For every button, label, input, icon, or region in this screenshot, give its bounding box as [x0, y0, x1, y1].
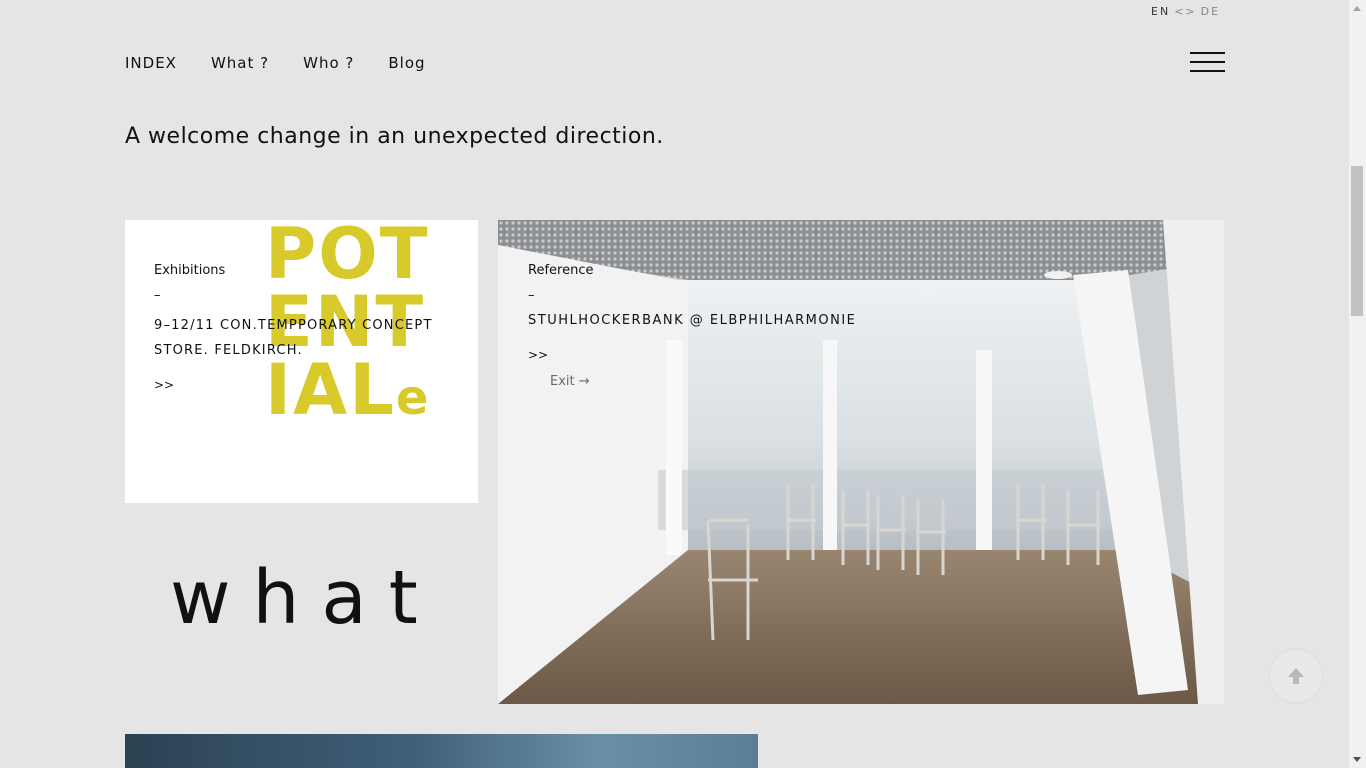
back-to-top-button[interactable]	[1270, 650, 1322, 702]
scrollbar-thumb[interactable]	[1351, 166, 1363, 316]
vertical-scrollbar[interactable]	[1349, 0, 1366, 768]
scroll-down-arrow-icon[interactable]	[1353, 757, 1361, 762]
arrow-up-icon	[1288, 668, 1304, 684]
card-dash: –	[154, 288, 161, 303]
lang-separator: <>	[1174, 5, 1197, 18]
card-more-link[interactable]: >>	[528, 348, 856, 362]
card-category: Reference	[528, 263, 594, 278]
card-title: STUHLHOCKERBANK @ ELBPHILHARMONIE	[528, 313, 857, 328]
card-category: Exhibitions	[154, 263, 226, 278]
lang-en-link[interactable]: EN	[1151, 5, 1170, 18]
nav-item-what[interactable]: What ?	[211, 54, 269, 72]
hamburger-line	[1190, 52, 1225, 54]
lang-de-link[interactable]: DE	[1201, 5, 1220, 18]
hamburger-line	[1190, 61, 1225, 63]
nav-item-index[interactable]: INDEX	[125, 54, 177, 72]
card-title: 9–12/11 CON.TEMPPORARY CONCEPT STORE. FE…	[154, 318, 433, 358]
what-heading: what	[170, 555, 440, 641]
reference-card[interactable]: Exit → Reference – STUHLHOCKERBANK @ ELB…	[498, 220, 1224, 704]
main-nav: INDEX What ? Who ? Blog	[125, 54, 426, 72]
exhibition-card-text: Exhibitions – 9–12/11 CON.TEMPPORARY CON…	[154, 263, 454, 392]
card-dash: –	[528, 288, 535, 303]
language-switch: EN <> DE	[1151, 5, 1220, 18]
scroll-up-arrow-icon[interactable]	[1353, 6, 1361, 11]
bottom-card-image[interactable]	[125, 734, 758, 768]
hamburger-line	[1190, 70, 1225, 72]
page: EN <> DE INDEX What ? Who ? Blog A welcome…	[0, 0, 1349, 768]
nav-item-who[interactable]: Who ?	[303, 54, 354, 72]
exhibition-card[interactable]: POT ENT IALe Exhibitions – 9–12/11 CON.T…	[125, 220, 478, 503]
page-tagline: A welcome change in an unexpected direct…	[125, 124, 664, 149]
card-more-link[interactable]: >>	[154, 378, 454, 392]
reference-card-text: Reference – STUHLHOCKERBANK @ ELBPHILHAR…	[528, 263, 856, 362]
hamburger-icon[interactable]	[1190, 52, 1225, 74]
nav-item-blog[interactable]: Blog	[388, 54, 425, 72]
exit-sign: Exit →	[550, 374, 590, 389]
